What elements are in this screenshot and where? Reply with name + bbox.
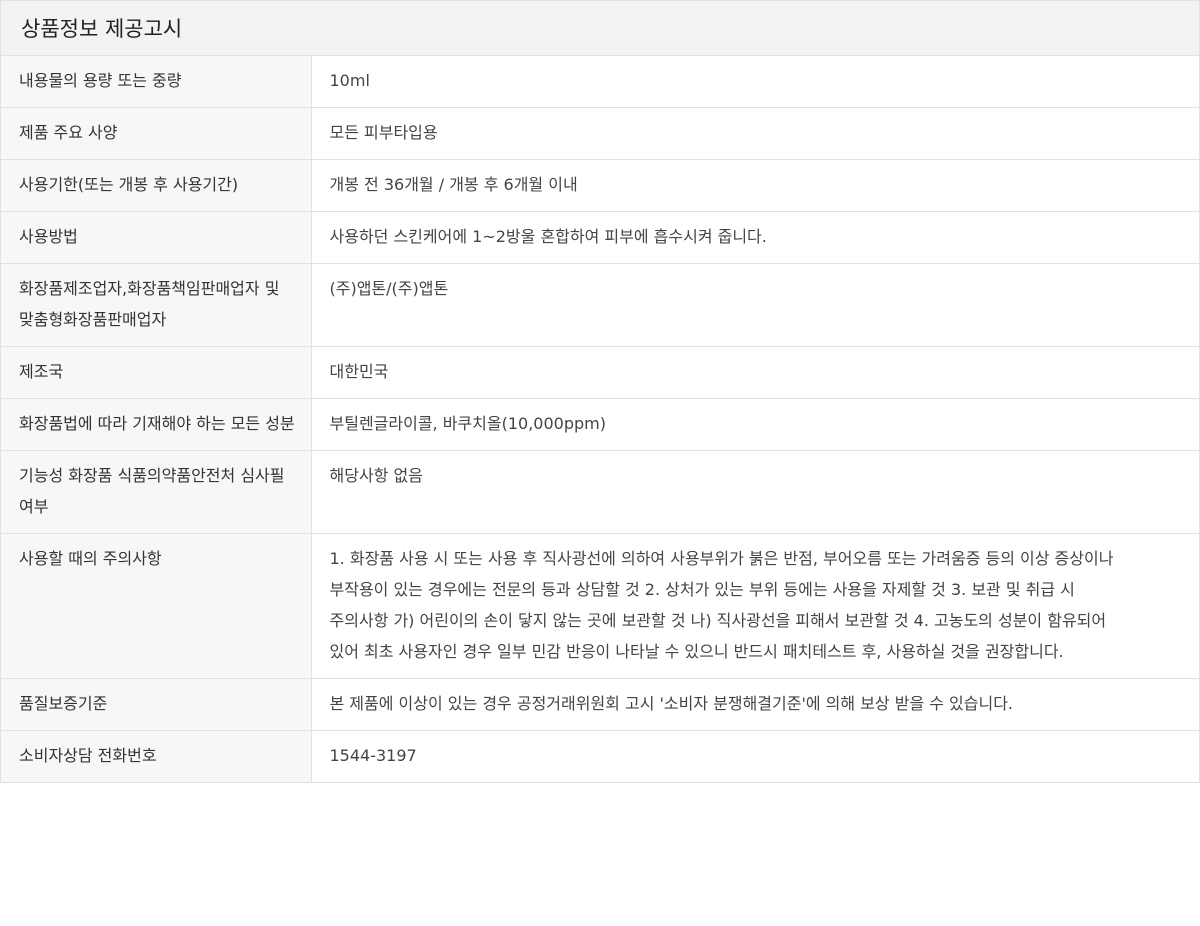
row-value-precautions: 1. 화장품 사용 시 또는 사용 후 직사광선에 의하여 사용부위가 붉은 반… — [311, 533, 1199, 679]
table-row: 사용방법 사용하던 스킨케어에 1~2방울 혼합하여 피부에 흡수시켜 줍니다. — [1, 211, 1199, 264]
table-row: 제품 주요 사양 모든 피부타입용 — [1, 107, 1199, 160]
row-value-spec: 모든 피부타입용 — [311, 107, 1199, 160]
table-row: 품질보증기준 본 제품에 이상이 있는 경우 공정거래위원회 고시 '소비자 분… — [1, 678, 1199, 731]
product-info-notice: 상품정보 제공고시 내용물의 용량 또는 중량 10ml 제품 주요 사양 모든… — [0, 0, 1200, 783]
table-row: 제조국 대한민국 — [1, 346, 1199, 399]
row-value-ingredients: 부틸렌글라이콜, 바쿠치올(10,000ppm) — [311, 398, 1199, 451]
row-label-country: 제조국 — [1, 346, 312, 399]
row-label-manufacturer: 화장품제조업자,화장품책임판매업자 및 맞춤형화장품판매업자 — [1, 263, 312, 347]
row-value-quality-guarantee: 본 제품에 이상이 있는 경우 공정거래위원회 고시 '소비자 분쟁해결기준'에… — [311, 678, 1199, 731]
row-value-customer-phone: 1544-3197 — [311, 730, 1199, 783]
product-info-table: 내용물의 용량 또는 중량 10ml 제품 주요 사양 모든 피부타입용 사용기… — [1, 56, 1199, 783]
row-label-customer-phone: 소비자상담 전화번호 — [1, 730, 312, 783]
row-value-usage: 사용하던 스킨케어에 1~2방울 혼합하여 피부에 흡수시켜 줍니다. — [311, 211, 1199, 264]
table-row: 화장품제조업자,화장품책임판매업자 및 맞춤형화장품판매업자 (주)앱톤/(주)… — [1, 263, 1199, 347]
table-row: 기능성 화장품 식품의약품안전처 심사필 여부 해당사항 없음 — [1, 450, 1199, 534]
row-value-country: 대한민국 — [311, 346, 1199, 399]
table-row: 내용물의 용량 또는 중량 10ml — [1, 56, 1199, 108]
row-label-functional-review: 기능성 화장품 식품의약품안전처 심사필 여부 — [1, 450, 312, 534]
row-label-precautions: 사용할 때의 주의사항 — [1, 533, 312, 679]
table-row: 사용기한(또는 개봉 후 사용기간) 개봉 전 36개월 / 개봉 후 6개월 … — [1, 159, 1199, 212]
table-row: 화장품법에 따라 기재해야 하는 모든 성분 부틸렌글라이콜, 바쿠치올(10,… — [1, 398, 1199, 451]
row-label-expiry: 사용기한(또는 개봉 후 사용기간) — [1, 159, 312, 212]
table-row: 소비자상담 전화번호 1544-3197 — [1, 730, 1199, 783]
row-value-volume: 10ml — [311, 56, 1199, 108]
row-label-quality-guarantee: 품질보증기준 — [1, 678, 312, 731]
notice-title: 상품정보 제공고시 — [1, 0, 1199, 56]
row-label-ingredients: 화장품법에 따라 기재해야 하는 모든 성분 — [1, 398, 312, 451]
table-row: 사용할 때의 주의사항 1. 화장품 사용 시 또는 사용 후 직사광선에 의하… — [1, 533, 1199, 679]
row-value-functional-review: 해당사항 없음 — [311, 450, 1199, 534]
row-value-expiry: 개봉 전 36개월 / 개봉 후 6개월 이내 — [311, 159, 1199, 212]
row-label-spec: 제품 주요 사양 — [1, 107, 312, 160]
row-value-manufacturer: (주)앱톤/(주)앱톤 — [311, 263, 1199, 347]
row-label-usage: 사용방법 — [1, 211, 312, 264]
row-label-volume: 내용물의 용량 또는 중량 — [1, 56, 312, 108]
